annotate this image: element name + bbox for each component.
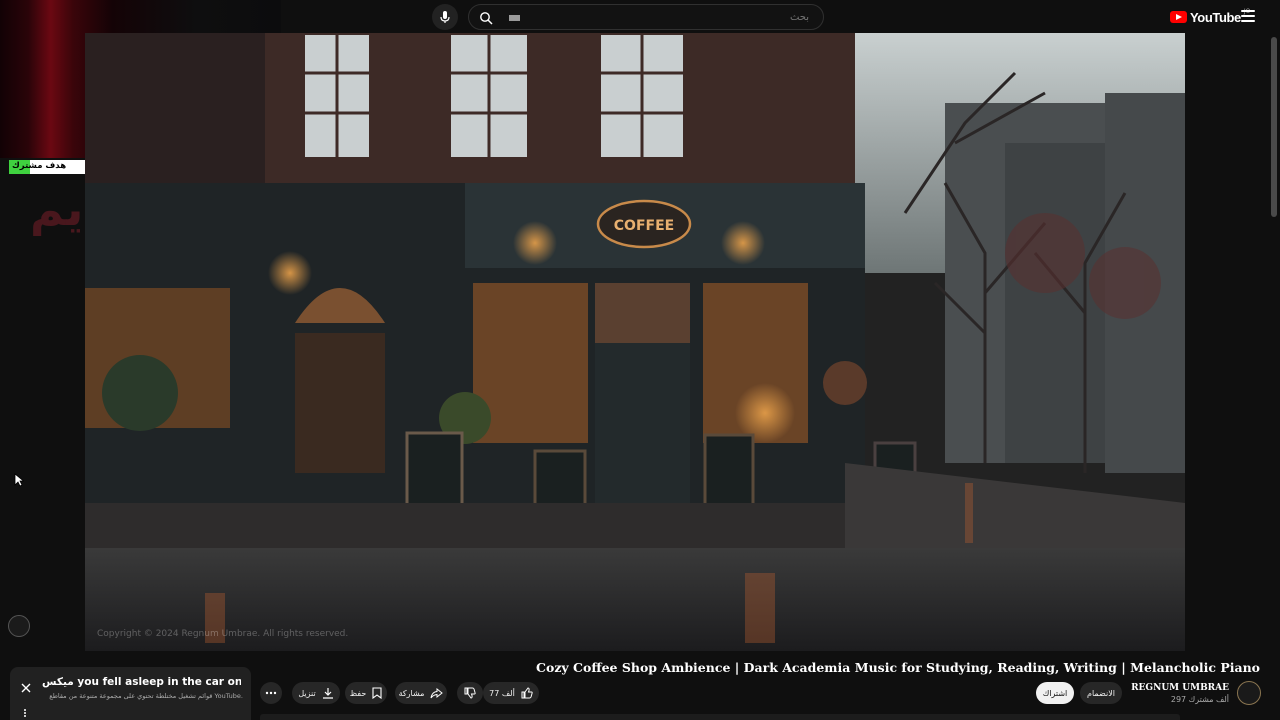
video-copyright: Copyright © 2024 Regnum Umbrae. All righ… <box>97 629 349 639</box>
like-count: 77 ألف <box>489 688 515 698</box>
more-horizontal-icon <box>265 691 277 695</box>
search-input[interactable] <box>529 5 809 29</box>
close-icon[interactable] <box>19 681 33 695</box>
channel-avatar-icon[interactable] <box>8 615 30 637</box>
like-icon <box>521 687 533 699</box>
voice-search-button[interactable] <box>432 4 458 30</box>
dislike-icon <box>464 687 476 699</box>
like-button[interactable]: 77 ألف <box>483 682 539 704</box>
save-button[interactable]: حفظ <box>345 682 387 704</box>
next-section-strip <box>260 714 1180 720</box>
share-button[interactable]: مشاركة <box>395 682 447 704</box>
subscriber-count: 297 ألف مشترك <box>1170 695 1229 704</box>
video-player[interactable]: COFFEE Copyright © 2024 Regnum Umbrae. A… <box>85 33 1185 651</box>
video-frame <box>85 33 1185 651</box>
save-icon <box>372 687 382 699</box>
goal-label: هدف مشترك <box>12 161 67 171</box>
subscribe-button[interactable]: اشتراك <box>1036 682 1074 704</box>
page-scrollbar[interactable] <box>1271 37 1277 217</box>
more-actions-button[interactable] <box>260 682 282 704</box>
download-button[interactable]: تنزيل <box>292 682 340 704</box>
microphone-icon <box>440 11 450 23</box>
coffee-sign-text: COFFEE <box>614 218 674 234</box>
youtube-logo-icon <box>1170 11 1187 23</box>
channel-name[interactable]: REGNUM UMBRAE <box>1131 683 1229 693</box>
share-icon <box>430 687 444 698</box>
channel-avatar[interactable] <box>1237 681 1261 705</box>
search-button[interactable] <box>477 9 495 27</box>
more-vertical-icon[interactable] <box>23 709 27 719</box>
dislike-button[interactable] <box>457 682 483 704</box>
download-icon <box>322 688 333 699</box>
search-icon <box>480 12 493 25</box>
search-bar <box>468 4 824 30</box>
video-title: Cozy Coffee Shop Ambience | Dark Academi… <box>536 660 1260 675</box>
mix-playlist-card[interactable]: ميكس you fell asleep in the car on a... … <box>10 667 251 720</box>
hamburger-menu-icon[interactable] <box>1241 10 1255 22</box>
download-label: تنزيل <box>298 688 316 698</box>
save-label: حفظ <box>349 688 367 698</box>
mix-title: ميكس you fell asleep in the car on a... <box>42 676 241 688</box>
join-button[interactable]: الانضمام <box>1080 682 1122 704</box>
mouse-cursor-icon <box>14 473 24 487</box>
coffee-sign: COFFEE <box>614 218 674 234</box>
share-label: مشاركة <box>398 688 425 698</box>
search-text-cursor <box>509 15 520 21</box>
youtube-wordmark: YouTube <box>1190 9 1241 25</box>
youtube-logo[interactable]: YouTube JO <box>1170 8 1250 25</box>
mix-description: قوائم تشغيل مختلطة تحتوي على مجموعة متنو… <box>49 692 243 700</box>
